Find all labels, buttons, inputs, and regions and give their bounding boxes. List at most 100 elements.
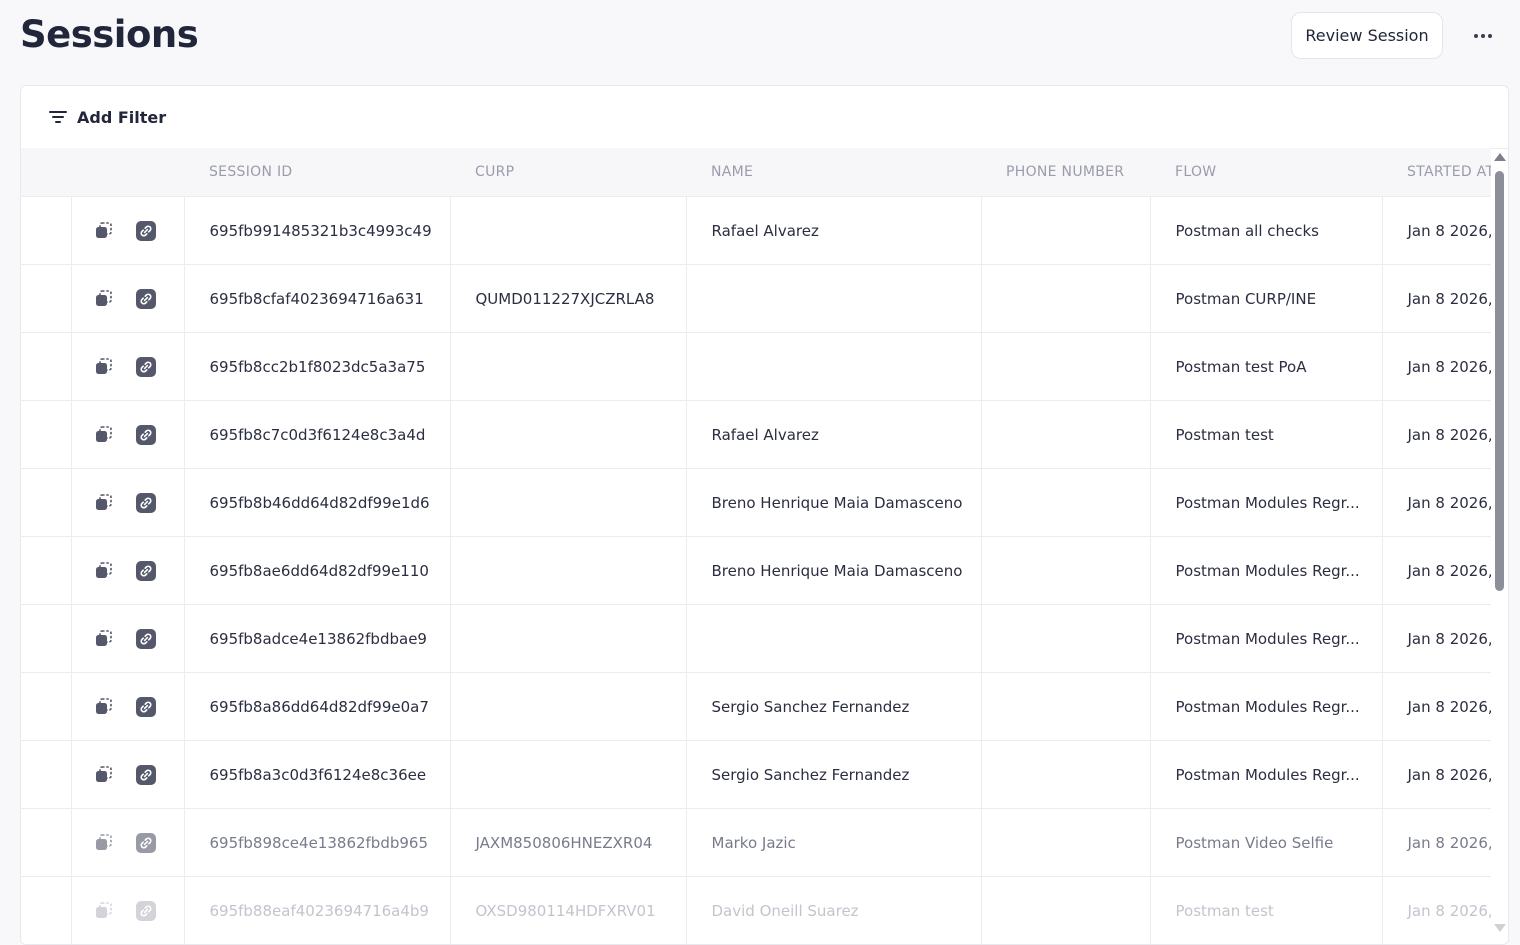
- table-row[interactable]: 695fb8c7c0d3f6124e8c3a4d Rafael Alvarez Po…: [21, 400, 1491, 469]
- link-icon[interactable]: [135, 424, 156, 445]
- row-select-cell[interactable]: [21, 264, 72, 333]
- scrollbar-thumb[interactable]: [1495, 171, 1504, 591]
- started-at-cell: Jan 8 2026,: [1382, 400, 1491, 469]
- started-at-cell: Jan 8 2026,: [1382, 604, 1491, 673]
- link-icon[interactable]: [135, 220, 156, 241]
- name-cell: Rafael Alvarez: [686, 196, 982, 265]
- name-cell: Breno Henrique Maia Damasceno: [686, 536, 982, 605]
- session-id-cell: 695fb8adce4e13862fbdbae9: [184, 604, 451, 673]
- sessions-panel: Add Filter SESSION ID CURP NAME PHONE NU…: [20, 85, 1509, 945]
- copy-icon[interactable]: [94, 697, 114, 717]
- link-icon[interactable]: [135, 696, 156, 717]
- more-dot: [1488, 34, 1492, 38]
- link-icon[interactable]: [135, 288, 156, 309]
- started-at-cell: Jan 8 2026,: [1382, 332, 1491, 401]
- row-actions-cell: [71, 604, 185, 673]
- link-icon[interactable]: [135, 764, 156, 785]
- curp-cell: QUMD011227XJCZRLA8: [450, 264, 687, 333]
- row-select-cell[interactable]: [21, 876, 72, 944]
- row-actions-cell: [71, 196, 185, 265]
- vertical-scrollbar[interactable]: [1491, 150, 1509, 939]
- row-actions-cell: [71, 536, 185, 605]
- session-id-cell: 695fb8ae6dd64d82df99e110: [184, 536, 451, 605]
- copy-icon[interactable]: [94, 425, 114, 445]
- copy-icon[interactable]: [94, 357, 114, 377]
- link-icon[interactable]: [135, 560, 156, 581]
- header-name[interactable]: NAME: [686, 148, 981, 197]
- started-at-cell: Jan 8 2026,: [1382, 876, 1491, 944]
- table-row[interactable]: 695fb8adce4e13862fbdbae9 Postman Modules …: [21, 604, 1491, 673]
- flow-cell: Postman test: [1150, 400, 1383, 469]
- session-id-cell: 695fb8a86dd64d82df99e0a7: [184, 672, 451, 741]
- copy-icon[interactable]: [94, 289, 114, 309]
- session-id-cell: 695fb8cc2b1f8023dc5a3a75: [184, 332, 451, 401]
- header-curp[interactable]: CURP: [450, 148, 686, 197]
- copy-icon[interactable]: [94, 901, 114, 921]
- add-filter-button[interactable]: Add Filter: [21, 86, 1508, 149]
- table-row[interactable]: 695fb8b46dd64d82df99e1d6 Breno Henrique M…: [21, 468, 1491, 537]
- row-actions-cell: [71, 468, 185, 537]
- table-row[interactable]: 695fb8cc2b1f8023dc5a3a75 Postman test PoA…: [21, 332, 1491, 401]
- flow-cell: Postman Modules Regr...: [1150, 672, 1383, 741]
- copy-icon[interactable]: [94, 561, 114, 581]
- row-select-cell[interactable]: [21, 536, 72, 605]
- phone-number-cell: [981, 332, 1151, 401]
- row-select-cell[interactable]: [21, 468, 72, 537]
- header-started-at[interactable]: STARTED AT: [1382, 148, 1491, 197]
- header-phone-number[interactable]: PHONE NUMBER: [981, 148, 1150, 197]
- header-flow[interactable]: FLOW: [1150, 148, 1382, 197]
- phone-number-cell: [981, 672, 1151, 741]
- table-row[interactable]: 695fb898ce4e13862fbdb965 JAXM850806HNEZXR…: [21, 808, 1491, 877]
- scroll-up-arrow-icon[interactable]: [1494, 153, 1506, 161]
- table-row[interactable]: 695fb8a86dd64d82df99e0a7 Sergio Sanchez F…: [21, 672, 1491, 741]
- name-cell: Sergio Sanchez Fernandez: [686, 672, 982, 741]
- started-at-cell: Jan 8 2026,: [1382, 196, 1491, 265]
- phone-number-cell: [981, 740, 1151, 809]
- flow-cell: Postman test: [1150, 876, 1383, 944]
- row-select-cell[interactable]: [21, 740, 72, 809]
- row-actions-cell: [71, 332, 185, 401]
- header-actions: [71, 148, 184, 197]
- add-filter-label: Add Filter: [77, 107, 167, 127]
- link-icon[interactable]: [135, 900, 156, 921]
- copy-icon[interactable]: [94, 493, 114, 513]
- header-session-id[interactable]: SESSION ID: [184, 148, 450, 197]
- table-row[interactable]: 695fb8a3c0d3f6124e8c36ee Sergio Sanchez F…: [21, 740, 1491, 809]
- name-cell: Marko Jazic: [686, 808, 982, 877]
- flow-cell: Postman test PoA: [1150, 332, 1383, 401]
- row-select-cell[interactable]: [21, 332, 72, 401]
- table-row[interactable]: 695fb88eaf4023694716a4b9 OXSD980114HDFXRV…: [21, 876, 1491, 944]
- link-icon[interactable]: [135, 832, 156, 853]
- curp-cell: [450, 604, 687, 673]
- flow-cell: Postman Video Selfie: [1150, 808, 1383, 877]
- flow-cell: Postman Modules Regr...: [1150, 604, 1383, 673]
- session-id-cell: 695fb8a3c0d3f6124e8c36ee: [184, 740, 451, 809]
- name-cell: Rafael Alvarez: [686, 400, 982, 469]
- row-select-cell[interactable]: [21, 672, 72, 741]
- row-select-cell[interactable]: [21, 808, 72, 877]
- link-icon[interactable]: [135, 492, 156, 513]
- flow-cell: Postman Modules Regr...: [1150, 536, 1383, 605]
- scroll-down-arrow-icon[interactable]: [1494, 924, 1506, 932]
- name-cell: Sergio Sanchez Fernandez: [686, 740, 982, 809]
- phone-number-cell: [981, 264, 1151, 333]
- copy-icon[interactable]: [94, 629, 114, 649]
- more-dot: [1481, 34, 1485, 38]
- table-row[interactable]: 695fb991485321b3c4993c49 Rafael Alvarez Po…: [21, 196, 1491, 265]
- name-cell: [686, 264, 982, 333]
- row-select-cell[interactable]: [21, 604, 72, 673]
- copy-icon[interactable]: [94, 833, 114, 853]
- table-row[interactable]: 695fb8ae6dd64d82df99e110 Breno Henrique M…: [21, 536, 1491, 605]
- curp-cell: [450, 468, 687, 537]
- copy-icon[interactable]: [94, 765, 114, 785]
- row-select-cell[interactable]: [21, 196, 72, 265]
- curp-cell: [450, 400, 687, 469]
- review-session-button[interactable]: Review Session: [1291, 12, 1443, 59]
- link-icon[interactable]: [135, 356, 156, 377]
- flow-cell: Postman Modules Regr...: [1150, 740, 1383, 809]
- row-select-cell[interactable]: [21, 400, 72, 469]
- more-options-button[interactable]: [1466, 20, 1500, 52]
- link-icon[interactable]: [135, 628, 156, 649]
- copy-icon[interactable]: [94, 221, 114, 241]
- table-row[interactable]: 695fb8cfaf4023694716a631 QUMD011227XJCZRL…: [21, 264, 1491, 333]
